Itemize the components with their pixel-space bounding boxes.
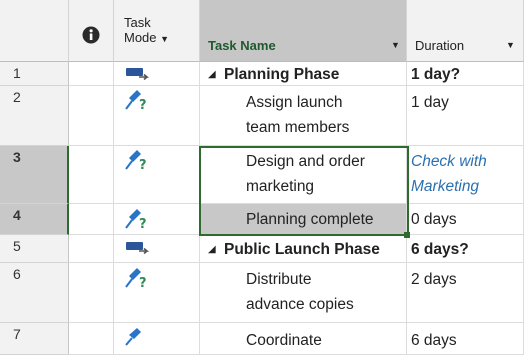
pinned-task-icon	[125, 328, 141, 346]
task-mode-dropdown-icon[interactable]: ▼	[160, 34, 169, 44]
manually-scheduled-icon: ?	[125, 90, 147, 111]
task-name-dropdown-icon[interactable]: ▼	[391, 40, 400, 50]
task-mode-cell[interactable]: ?	[114, 204, 200, 235]
task-mode-cell[interactable]	[114, 62, 200, 86]
row-number: 2	[13, 89, 21, 105]
duration-dropdown-icon[interactable]: ▼	[506, 40, 515, 50]
row-header[interactable]: 7	[0, 323, 69, 355]
row-header[interactable]: 1	[0, 62, 69, 86]
task-name-line: Planning complete	[246, 211, 374, 228]
duration-value: 6 days	[411, 332, 457, 349]
duration-cell[interactable]: Check with Marketing	[407, 146, 524, 204]
task-name-line: Distribute	[246, 271, 312, 288]
task-name-line: Design and order	[246, 153, 365, 170]
task-name-line: advance copies	[246, 296, 354, 313]
task-name-header-label: Task Name	[208, 38, 276, 53]
task-name-line: Planning Phase	[224, 66, 340, 83]
indicator-cell[interactable]	[69, 323, 114, 355]
auto-scheduled-icon	[126, 68, 149, 81]
task-mode-header-line1: Task	[124, 15, 151, 30]
svg-text:?: ?	[139, 98, 147, 111]
gantt-task-grid: Task Mode ▼ Task Name ▼ Duration ▼ 1 ◢ P…	[0, 0, 524, 355]
task-name-cell[interactable]: Coordinate	[200, 323, 407, 355]
indicators-column-header[interactable]	[69, 0, 114, 62]
task-name-cell[interactable]: ◢ Planning Phase	[200, 62, 407, 86]
svg-text:?: ?	[139, 217, 147, 230]
indicator-cell[interactable]	[69, 146, 114, 204]
row-number: 1	[13, 65, 21, 81]
indicator-cell[interactable]	[69, 263, 114, 323]
duration-value: Marketing	[411, 178, 480, 195]
task-name-cell[interactable]: Planning complete	[200, 204, 407, 235]
duration-cell[interactable]: 6 days?	[407, 235, 524, 263]
task-mode-cell[interactable]: ?	[114, 146, 200, 204]
svg-text:?: ?	[139, 276, 147, 289]
task-mode-cell[interactable]	[114, 323, 200, 355]
task-mode-cell[interactable]: ?	[114, 263, 200, 323]
duration-column-header[interactable]: Duration ▼	[407, 0, 524, 62]
indicator-cell[interactable]	[69, 86, 114, 146]
duration-value: 1 day?	[411, 66, 461, 83]
row-header[interactable]: 6	[0, 263, 69, 323]
task-name-line: team members	[246, 119, 350, 136]
duration-value: 1 day	[411, 94, 449, 111]
task-name-column-header[interactable]: Task Name ▼	[200, 0, 407, 62]
task-mode-column-header[interactable]: Task Mode ▼	[114, 0, 200, 62]
manually-scheduled-icon: ?	[125, 150, 147, 171]
row-header[interactable]: 4	[0, 204, 69, 235]
duration-cell[interactable]: 1 day?	[407, 62, 524, 86]
row-header[interactable]: 3	[0, 146, 69, 204]
task-name-cell[interactable]: ◢ Public Launch Phase	[200, 235, 407, 263]
duration-cell[interactable]: 6 days	[407, 323, 524, 355]
row-header[interactable]: 2	[0, 86, 69, 146]
duration-value: 2 days	[411, 271, 457, 288]
task-mode-cell[interactable]	[114, 235, 200, 263]
task-mode-header-line2: Mode	[124, 30, 157, 45]
duration-cell[interactable]: 1 day	[407, 86, 524, 146]
indicator-cell[interactable]	[69, 204, 114, 235]
duration-value: Check with	[411, 153, 487, 170]
select-all-corner[interactable]	[0, 0, 69, 62]
task-mode-cell[interactable]: ?	[114, 86, 200, 146]
task-name-cell[interactable]: Assign launch team members	[200, 86, 407, 146]
task-name-line: Public Launch Phase	[224, 241, 380, 258]
row-number: 3	[13, 149, 21, 165]
manually-scheduled-icon: ?	[125, 209, 147, 230]
row-number: 5	[13, 238, 21, 254]
indicator-cell[interactable]	[69, 62, 114, 86]
task-name-cell[interactable]: Design and order marketing	[200, 146, 407, 204]
row-number: 6	[13, 266, 21, 282]
row-header[interactable]: 5	[0, 235, 69, 263]
manually-scheduled-icon: ?	[125, 268, 147, 289]
duration-cell[interactable]: 2 days	[407, 263, 524, 323]
task-name-line: Coordinate	[246, 332, 322, 349]
svg-text:?: ?	[139, 158, 147, 171]
duration-cell[interactable]: 0 days	[407, 204, 524, 235]
row-number: 4	[13, 207, 21, 223]
row-number: 7	[13, 326, 21, 342]
fill-handle[interactable]	[404, 232, 410, 238]
task-name-line: marketing	[246, 178, 315, 195]
duration-value: 6 days?	[411, 241, 469, 258]
duration-header-label: Duration	[415, 38, 465, 53]
collapse-toggle-icon[interactable]: ◢	[208, 62, 216, 85]
task-name-line: Assign launch	[246, 94, 343, 111]
auto-scheduled-icon	[126, 242, 149, 255]
task-name-cell[interactable]: Distribute advance copies	[200, 263, 407, 323]
collapse-toggle-icon[interactable]: ◢	[208, 237, 216, 262]
indicator-cell[interactable]	[69, 235, 114, 263]
info-icon	[82, 26, 100, 44]
duration-value: 0 days	[411, 211, 457, 228]
